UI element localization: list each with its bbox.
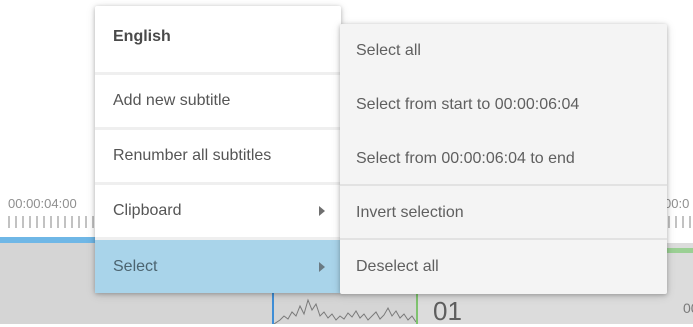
submenu-item-deselect-all[interactable]: Deselect all [340, 240, 667, 294]
submenu-item-label: Select from 00:00:06:04 to end [356, 150, 575, 167]
menu-item-select[interactable]: Select [95, 240, 341, 293]
menu-item-label: Renumber all subtitles [113, 147, 272, 164]
submenu-item-select-all[interactable]: Select all [340, 24, 667, 78]
clip-number: 01 [433, 296, 462, 326]
select-submenu: Select all Select from start to 00:00:06… [340, 24, 667, 294]
menu-header-language: English [95, 6, 341, 72]
submenu-item-label: Invert selection [356, 204, 464, 221]
menu-item-label: Clipboard [113, 202, 182, 219]
menu-item-clipboard[interactable]: Clipboard [95, 185, 341, 237]
submenu-item-label: Select from start to 00:00:06:04 [356, 96, 580, 113]
submenu-item-select-to-end[interactable]: Select from 00:00:06:04 to end [340, 132, 667, 186]
submenu-item-select-from-start[interactable]: Select from start to 00:00:06:04 [340, 78, 667, 132]
menu-header-label: English [113, 28, 171, 45]
timestamp-left: 00:00:04:00 [8, 196, 77, 211]
chevron-right-icon [319, 206, 325, 216]
submenu-item-label: Select all [356, 42, 421, 59]
ruler-ticks-left [8, 216, 94, 228]
submenu-item-invert-selection[interactable]: Invert selection [340, 186, 667, 240]
submenu-item-label: Deselect all [356, 258, 439, 275]
ruler-ticks-right [668, 216, 691, 228]
clip-number-right: 00 [683, 300, 693, 316]
chevron-right-icon [319, 261, 325, 272]
timestamp-right: 00:0 [664, 196, 690, 211]
menu-item-renumber-all-subtitles[interactable]: Renumber all subtitles [95, 130, 341, 182]
menu-item-label: Select [113, 257, 158, 275]
clip-bar [667, 248, 693, 253]
menu-item-add-new-subtitle[interactable]: Add new subtitle [95, 75, 341, 127]
selection-bar [0, 237, 100, 243]
menu-item-label: Add new subtitle [113, 92, 231, 109]
context-menu: English Add new subtitle Renumber all su… [95, 6, 341, 293]
